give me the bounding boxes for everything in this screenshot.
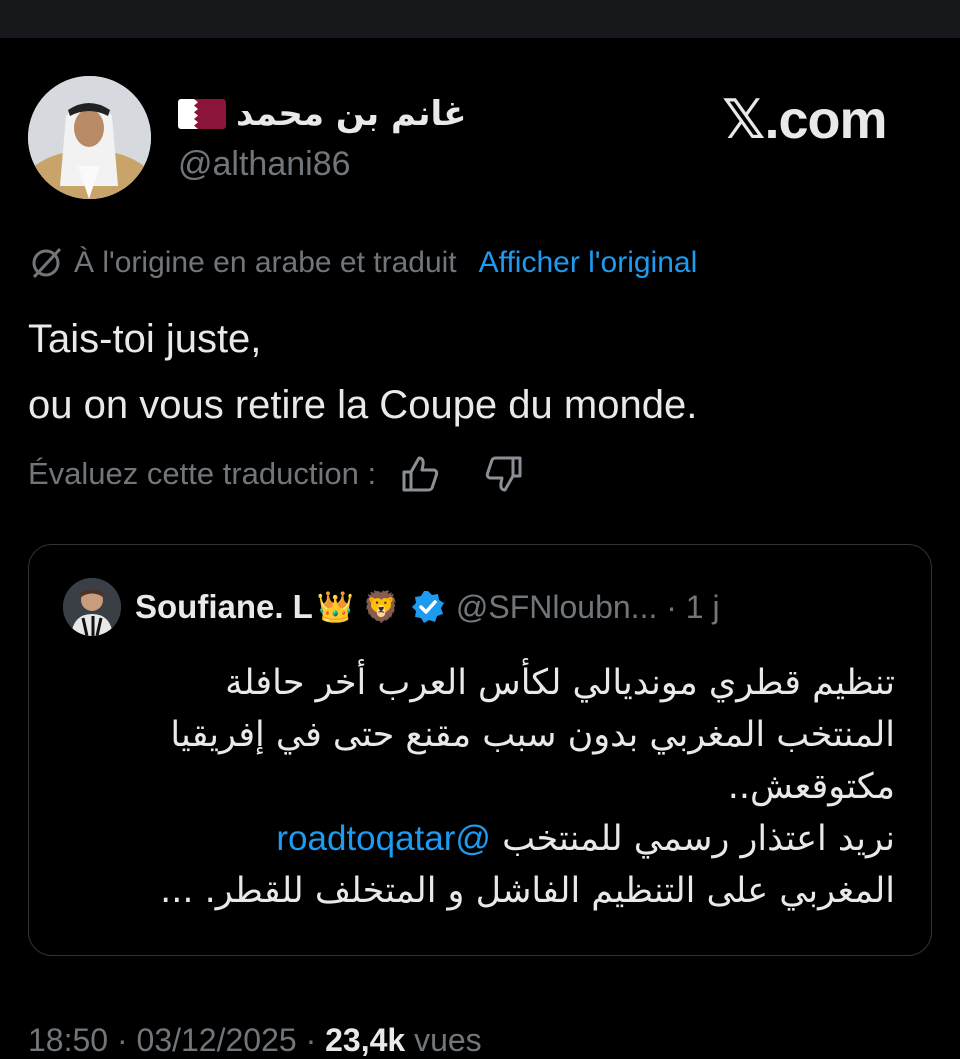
translate-globe-icon [32,247,62,279]
tweet-text-line: Tais-toi juste, [28,317,262,361]
rate-translation-label: Évaluez cette traduction : [28,456,377,491]
rate-translation-row: Évaluez cette traduction : [28,452,526,496]
top-bar [0,0,960,38]
translation-note: À l'origine en arabe et traduit [74,246,457,279]
x-brand-logo: 𝕏.com [722,90,888,150]
quoted-text-line: مكتوقعش.. [727,767,895,807]
show-original-link[interactable]: Afficher l'original [479,246,698,280]
verified-badge-icon [411,591,444,623]
quoted-author-name[interactable]: Soufiane. L [135,588,313,626]
quoted-text-line: المنتخب المغربي بدون سبب مقنع حتى في إفر… [170,715,895,755]
views-count: 23,4k [325,1022,406,1058]
quoted-tweet-header: Soufiane. L 👑 🦁 @SFNloubn... · 1 j [63,577,720,637]
tweet-timestamp[interactable]: 18:50 · 03/12/2025 · [28,1022,325,1058]
author-handle[interactable]: @althani86 [178,145,351,184]
views-label: vues [405,1022,482,1058]
thumbs-down-icon[interactable] [482,452,526,496]
tweet-text: Tais-toi juste, ou on vous retire la Cou… [28,306,697,438]
quoted-handle-time[interactable]: @SFNloubn... · 1 j [456,589,720,626]
author-avatar[interactable] [28,76,151,199]
tweet-text-line: ou on vous retire la Coupe du monde. [28,383,698,427]
thumbs-up-icon[interactable] [398,452,442,496]
translation-row: À l'origine en arabe et traduit Afficher… [28,242,697,284]
quoted-text-line: المغربي على التنظيم الفاشل و المتخلف للق… [160,871,895,911]
quoted-text-line: نريد اعتذار رسمي للمنتخب @roadtoqatar [55,813,895,865]
qatar-flag-icon [178,99,226,129]
crown-lion-emoji: 👑 🦁 [316,590,400,624]
quoted-tweet-text: تنظيم قطري مونديالي لكأس العرب أخر حافلة… [55,657,895,917]
author-display-name[interactable]: غانم بن محمد [236,94,466,134]
quoted-text-line: تنظيم قطري مونديالي لكأس العرب أخر حافلة [225,663,895,703]
quoted-tweet-card[interactable]: Soufiane. L 👑 🦁 @SFNloubn... · 1 j تنظيم… [28,544,932,956]
quoted-author-avatar[interactable] [63,578,121,636]
tweet-meta: 18:50 · 03/12/2025 · 23,4k vues [28,1022,482,1059]
mention-link[interactable]: @roadtoqatar [276,819,491,858]
quoted-text-fragment: نريد اعتذار رسمي للمنتخب [502,819,895,859]
author-name-row: غانم بن محمد [178,92,498,136]
